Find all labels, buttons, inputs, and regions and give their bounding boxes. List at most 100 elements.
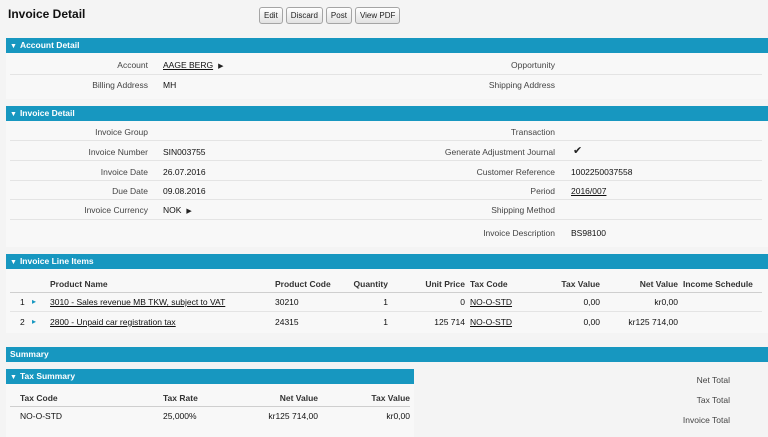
- col-tax-code: Tax Code: [470, 279, 508, 289]
- col-tax-value: Tax Value: [561, 279, 600, 289]
- expand-arrow-icon[interactable]: ▶: [218, 62, 223, 70]
- invoice-description-label: Invoice Description: [483, 228, 555, 238]
- col-product-code: Product Code: [275, 279, 331, 289]
- invoice-number-value: SIN003755: [163, 147, 206, 157]
- tax-col-tax-rate: Tax Rate: [163, 393, 198, 403]
- invoice-detail-header[interactable]: ▼ Invoice Detail: [6, 106, 768, 121]
- row-divider: [10, 180, 762, 181]
- col-income-schedule: Income Schedule: [683, 279, 753, 289]
- post-button[interactable]: Post: [325, 7, 352, 24]
- account-detail-title: Account Detail: [19, 40, 80, 50]
- row-expand-icon[interactable]: ▸: [32, 317, 36, 326]
- tax-row-tax-code: NO-O-STD: [20, 411, 63, 421]
- transaction-label: Transaction: [510, 127, 555, 137]
- invoice-description-value: BS98100: [571, 228, 606, 238]
- account-link[interactable]: AAGE BERG: [163, 60, 213, 70]
- collapse-triangle-icon: ▼: [10, 374, 17, 381]
- edit-button[interactable]: Edit: [259, 7, 283, 24]
- page-title: Invoice Detail: [8, 7, 86, 21]
- col-net-value: Net Value: [639, 279, 678, 289]
- line-item-product-code: 30210: [275, 297, 299, 307]
- shipping-method-label: Shipping Method: [491, 205, 555, 215]
- invoice-total-label: Invoice Total: [682, 415, 730, 425]
- period-label: Period: [530, 186, 555, 196]
- summary-title: Summary: [10, 349, 49, 359]
- tax-row-tax-rate: 25,000%: [163, 411, 197, 421]
- invoice-currency-label: Invoice Currency: [84, 205, 148, 215]
- line-item-product-code: 24315: [275, 317, 299, 327]
- col-product-name: Product Name: [50, 279, 108, 289]
- line-item-tax-code: NO-O-STD: [470, 297, 512, 307]
- invoice-detail-title: Invoice Detail: [19, 108, 75, 118]
- line-item-product-name: 2800 - Unpaid car registration tax: [50, 317, 176, 327]
- col-unit-price: Unit Price: [425, 279, 465, 289]
- line-item-quantity: 1: [383, 297, 388, 307]
- billing-address-label: Billing Address: [92, 80, 148, 90]
- product-link[interactable]: 3010 - Sales revenue MB TKW, subject to …: [50, 297, 225, 307]
- line-item-tax-code: NO-O-STD: [470, 317, 512, 327]
- discard-button[interactable]: Discard: [285, 7, 323, 24]
- tax-col-tax-code: Tax Code: [20, 393, 58, 403]
- net-total-label: Net Total: [696, 375, 730, 385]
- customer-reference-value: 1002250037558: [571, 167, 633, 177]
- line-item-net-value: kr125 714,00: [628, 317, 678, 327]
- row-divider: [10, 199, 762, 200]
- invoice-date-value: 26.07.2016: [163, 167, 206, 177]
- line-item-tax-value: 0,00: [583, 297, 600, 307]
- line-item-tax-value: 0,00: [583, 317, 600, 327]
- invoice-line-items-title: Invoice Line Items: [19, 256, 94, 266]
- expand-arrow-icon[interactable]: ▶: [186, 207, 191, 215]
- opportunity-label: Opportunity: [511, 60, 555, 70]
- collapse-triangle-icon: ▼: [10, 259, 17, 266]
- line-item-product-name: 3010 - Sales revenue MB TKW, subject to …: [50, 297, 225, 307]
- col-quantity: Quantity: [353, 279, 388, 289]
- generate-adjustment-journal-label: Generate Adjustment Journal: [444, 147, 555, 157]
- invoice-currency-text: NOK: [163, 205, 182, 215]
- invoice-currency-value: NOK ▶: [163, 205, 192, 215]
- toolbar: Edit Discard Post View PDF: [259, 7, 401, 24]
- row-expand-icon[interactable]: ▸: [32, 297, 36, 306]
- invoice-group-label: Invoice Group: [95, 127, 148, 137]
- customer-reference-label: Customer Reference: [476, 167, 555, 177]
- row-divider: [10, 311, 762, 312]
- shipping-address-label: Shipping Address: [488, 80, 555, 90]
- tax-summary-title: Tax Summary: [19, 371, 76, 381]
- header-divider: [10, 292, 762, 293]
- due-date-value: 09.08.2016: [163, 186, 206, 196]
- account-detail-header[interactable]: ▼ Account Detail: [6, 38, 768, 53]
- invoice-line-items-header[interactable]: ▼ Invoice Line Items: [6, 254, 768, 269]
- row-divider: [10, 140, 762, 141]
- checkmark-icon: ✔: [573, 145, 583, 157]
- view-pdf-button[interactable]: View PDF: [354, 7, 401, 24]
- line-item-unit-price: 125 714: [434, 317, 465, 327]
- collapse-triangle-icon: ▼: [10, 43, 17, 50]
- invoice-number-label: Invoice Number: [88, 147, 148, 157]
- tax-row-net-value: kr125 714,00: [268, 411, 318, 421]
- summary-header: Summary: [6, 347, 768, 362]
- line-item-quantity: 1: [383, 317, 388, 327]
- billing-address-value: MH: [163, 80, 177, 90]
- row-divider: [10, 160, 762, 161]
- line-item-unit-price: 0: [460, 297, 465, 307]
- tax-summary-header[interactable]: ▼ Tax Summary: [6, 369, 414, 384]
- tax-row-tax-value: kr0,00: [386, 411, 410, 421]
- row-divider: [10, 74, 762, 75]
- row-divider: [10, 219, 762, 220]
- period-value: 2016/007: [571, 186, 606, 196]
- account-label: Account: [117, 60, 148, 70]
- tax-col-tax-value: Tax Value: [371, 393, 410, 403]
- invoice-date-label: Invoice Date: [100, 167, 148, 177]
- header-divider: [10, 406, 410, 407]
- tax-code-link[interactable]: NO-O-STD: [470, 317, 512, 327]
- row-number: 2: [20, 317, 25, 327]
- tax-total-label: Tax Total: [696, 395, 730, 405]
- due-date-label: Due Date: [112, 186, 148, 196]
- product-link[interactable]: 2800 - Unpaid car registration tax: [50, 317, 176, 327]
- tax-col-net-value: Net Value: [279, 393, 318, 403]
- account-value: AAGE BERG ▶: [163, 60, 223, 70]
- row-number: 1: [20, 297, 25, 307]
- collapse-triangle-icon: ▼: [10, 111, 17, 118]
- period-link[interactable]: 2016/007: [571, 186, 606, 196]
- line-item-net-value: kr0,00: [654, 297, 678, 307]
- tax-code-link[interactable]: NO-O-STD: [470, 297, 512, 307]
